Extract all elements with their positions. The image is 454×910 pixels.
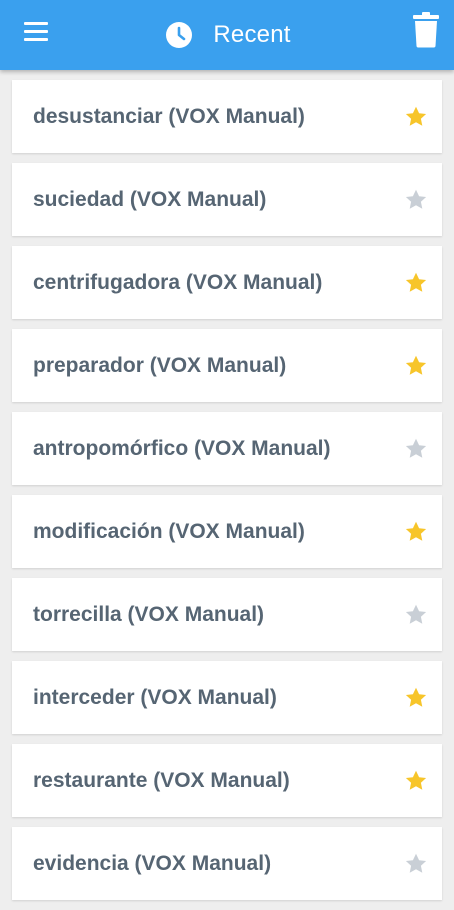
star-filled-icon[interactable] <box>404 105 428 129</box>
list-item-label: restaurante (VOX Manual) <box>33 768 290 792</box>
star-filled-icon[interactable] <box>404 520 428 544</box>
list-item-label: preparador (VOX Manual) <box>33 353 287 377</box>
list-item[interactable]: torrecilla (VOX Manual) <box>12 578 442 651</box>
menu-button[interactable] <box>16 16 56 46</box>
list-item[interactable]: preparador (VOX Manual) <box>12 329 442 402</box>
recent-list: desustanciar (VOX Manual) suciedad (VOX M… <box>12 80 442 910</box>
star-outline-icon[interactable] <box>404 603 428 627</box>
page-title: Recent <box>213 21 291 48</box>
list-item-label: centrifugadora (VOX Manual) <box>33 270 323 294</box>
list-item[interactable]: restaurante (VOX Manual) <box>12 744 442 817</box>
list-item-label: evidencia (VOX Manual) <box>33 851 272 875</box>
list-item-label: desustanciar (VOX Manual) <box>33 104 305 128</box>
list-item-label: torrecilla (VOX Manual) <box>33 602 265 626</box>
list-item[interactable]: interceder (VOX Manual) <box>12 661 442 734</box>
star-outline-icon[interactable] <box>404 852 428 876</box>
list-item-label: antropomórfico (VOX Manual) <box>33 436 331 460</box>
star-filled-icon[interactable] <box>404 354 428 378</box>
star-outline-icon[interactable] <box>404 437 428 461</box>
list-item[interactable]: suciedad (VOX Manual) <box>12 163 442 236</box>
star-filled-icon[interactable] <box>404 686 428 710</box>
list-item[interactable]: desustanciar (VOX Manual) <box>12 80 442 153</box>
menu-icon-line <box>24 22 48 25</box>
clock-icon <box>166 22 193 48</box>
list-item-label: suciedad (VOX Manual) <box>33 187 267 211</box>
app-bar: Recent <box>0 0 454 70</box>
clear-history-button[interactable] <box>412 12 440 48</box>
list-item[interactable]: antropomórfico (VOX Manual) <box>12 412 442 485</box>
star-filled-icon[interactable] <box>404 769 428 793</box>
list-item-label: modificación (VOX Manual) <box>33 519 305 543</box>
list-item[interactable]: centrifugadora (VOX Manual) <box>12 246 442 319</box>
star-outline-icon[interactable] <box>404 188 428 212</box>
star-filled-icon[interactable] <box>404 271 428 295</box>
list-item-label: interceder (VOX Manual) <box>33 685 277 709</box>
menu-icon-line <box>24 30 48 33</box>
trash-icon <box>413 12 439 48</box>
menu-icon-line <box>24 38 48 41</box>
list-item[interactable]: modificación (VOX Manual) <box>12 495 442 568</box>
list-item[interactable]: evidencia (VOX Manual) <box>12 827 442 900</box>
title-group: Recent <box>0 0 454 70</box>
